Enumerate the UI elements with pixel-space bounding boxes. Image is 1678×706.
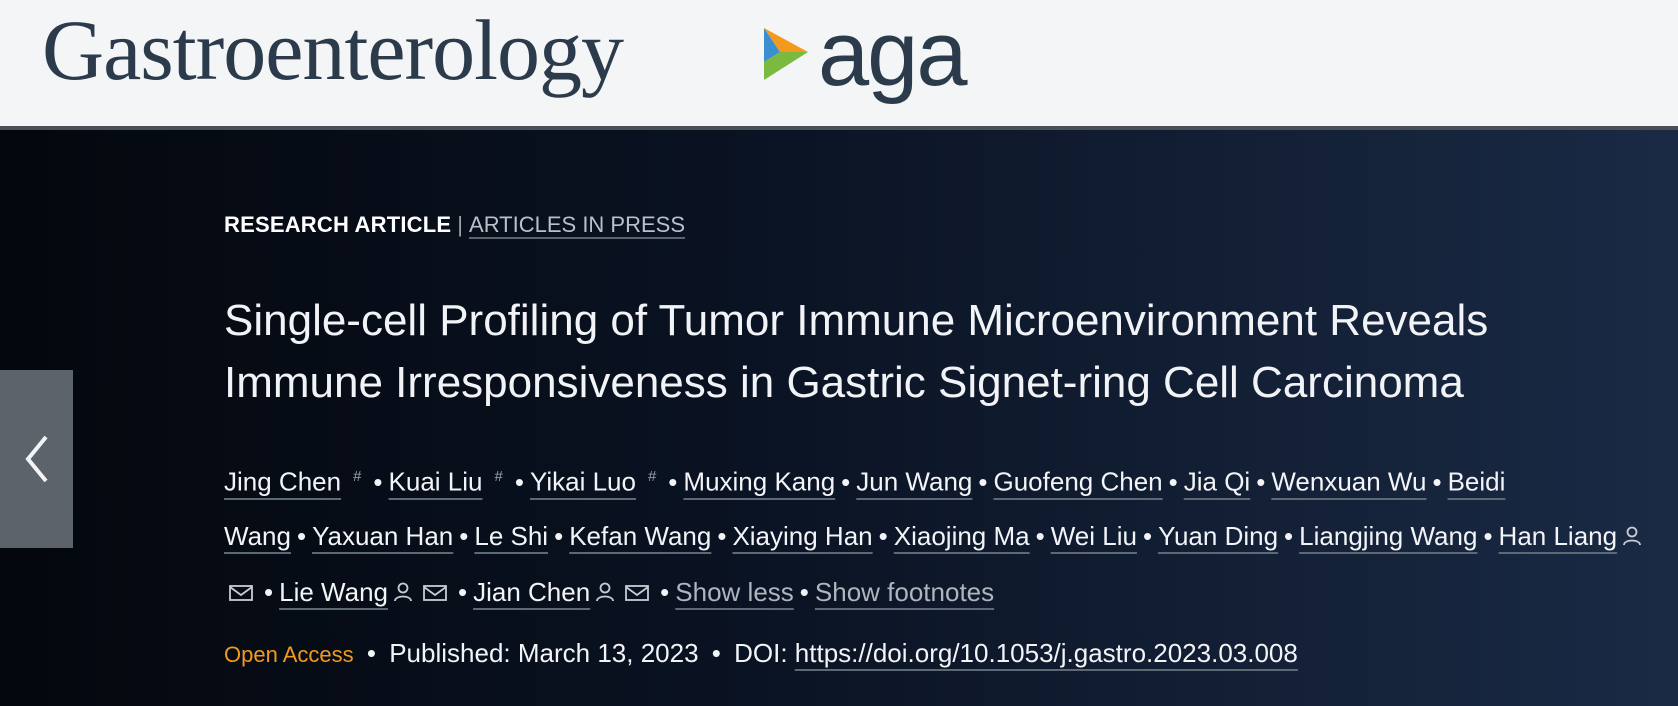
author-link[interactable]: Kefan Wang — [569, 521, 711, 551]
author-link[interactable]: Muxing Kang — [683, 467, 835, 497]
article-title: Single-cell Profiling of Tumor Immune Mi… — [224, 290, 1654, 414]
separator-dot: • — [711, 638, 721, 668]
envelope-icon[interactable] — [624, 567, 650, 621]
separator-dot: • — [1432, 466, 1442, 497]
envelope-icon[interactable] — [228, 567, 254, 621]
separator-dot: • — [1256, 466, 1266, 497]
show-less-link[interactable]: Show less — [675, 577, 794, 607]
separator-dot: • — [264, 576, 274, 607]
author-list: Jing Chen # • Kuai Liu # • Yikai Luo # • Muxing K… — [224, 450, 1664, 621]
author-footnote-mark[interactable]: # — [648, 468, 656, 485]
article-type-label: RESEARCH ARTICLE — [224, 212, 452, 237]
author-link[interactable]: Yaxuan Han — [312, 521, 453, 551]
person-icon[interactable] — [594, 567, 616, 621]
title-line-2: Immune Irresponsiveness in Gastric Signe… — [224, 358, 1464, 407]
show-footnotes-link[interactable]: Show footnotes — [815, 577, 994, 607]
title-line-1: Single-cell Profiling of Tumor Immune Mi… — [224, 296, 1489, 345]
author-link[interactable]: Xiaojing Ma — [894, 521, 1030, 551]
author-link[interactable]: Lie Wang — [279, 577, 388, 607]
author-link[interactable]: Liangjing Wang — [1299, 521, 1477, 551]
aga-logo-text: aga — [818, 3, 967, 105]
author-link[interactable]: Yuan Ding — [1158, 521, 1278, 551]
separator-dot: • — [841, 466, 851, 497]
separator-dot: • — [554, 520, 564, 551]
aga-logo-mark-icon — [764, 28, 808, 80]
envelope-icon[interactable] — [422, 567, 448, 621]
author-link[interactable]: Kuai Liu — [389, 467, 483, 497]
author-link[interactable]: Wei Liu — [1051, 521, 1137, 551]
previous-article-button[interactable] — [0, 370, 73, 548]
separator-dot: • — [373, 466, 383, 497]
author-link[interactable]: Le Shi — [474, 521, 548, 551]
separator-dot: • — [660, 576, 670, 607]
aga-logo[interactable]: aga — [760, 3, 967, 105]
person-icon[interactable] — [1621, 511, 1643, 565]
chevron-left-icon — [24, 435, 48, 483]
published-date: Published: March 13, 2023 — [389, 638, 699, 668]
separator-dot: • — [717, 520, 727, 551]
separator-dot: • — [1168, 466, 1178, 497]
author-link[interactable]: Han Liang — [1499, 521, 1618, 551]
separator-dot: • — [459, 520, 469, 551]
author-link[interactable]: Jian Chen — [473, 577, 590, 607]
journal-title[interactable]: Gastroenterology — [42, 0, 624, 100]
separator-dot: • — [296, 520, 307, 551]
separator-dot: • — [1284, 520, 1294, 551]
separator-dot: • — [366, 638, 376, 668]
separator-dot: • — [1483, 520, 1493, 551]
author-link[interactable]: Jing Chen — [224, 467, 341, 497]
author-link[interactable]: Yikai Luo — [530, 467, 636, 497]
open-access-badge[interactable]: Open Access — [224, 642, 354, 667]
separator-dot: • — [878, 520, 888, 551]
author-link[interactable]: Wenxuan Wu — [1271, 467, 1426, 497]
breadcrumb-separator: | — [457, 212, 464, 237]
author-link[interactable]: Xiaying Han — [732, 521, 872, 551]
author-footnote-mark[interactable]: # — [495, 468, 503, 485]
doi-link[interactable]: https://doi.org/10.1053/j.gastro.2023.03… — [795, 638, 1298, 668]
separator-dot: • — [1142, 520, 1153, 551]
author-link[interactable]: Jun Wang — [856, 467, 972, 497]
person-icon[interactable] — [392, 567, 414, 621]
separator-dot: • — [668, 466, 678, 497]
author-link[interactable]: Jia Qi — [1184, 467, 1250, 497]
breadcrumb: RESEARCH ARTICLE | ARTICLES IN PRESS — [224, 212, 685, 238]
doi-label: DOI: — [734, 638, 788, 668]
separator-dot: • — [799, 576, 809, 607]
issue-link[interactable]: ARTICLES IN PRESS — [469, 212, 685, 237]
author-footnote-mark[interactable]: # — [353, 468, 361, 485]
author-link[interactable]: Guofeng Chen — [994, 467, 1163, 497]
separator-dot: • — [978, 466, 988, 497]
separator-dot: • — [514, 466, 524, 497]
journal-header: Gastroenterology aga — [0, 0, 1678, 130]
separator-dot: • — [457, 576, 468, 607]
article-meta: Open Access • Published: March 13, 2023 … — [224, 638, 1298, 669]
separator-dot: • — [1035, 520, 1045, 551]
